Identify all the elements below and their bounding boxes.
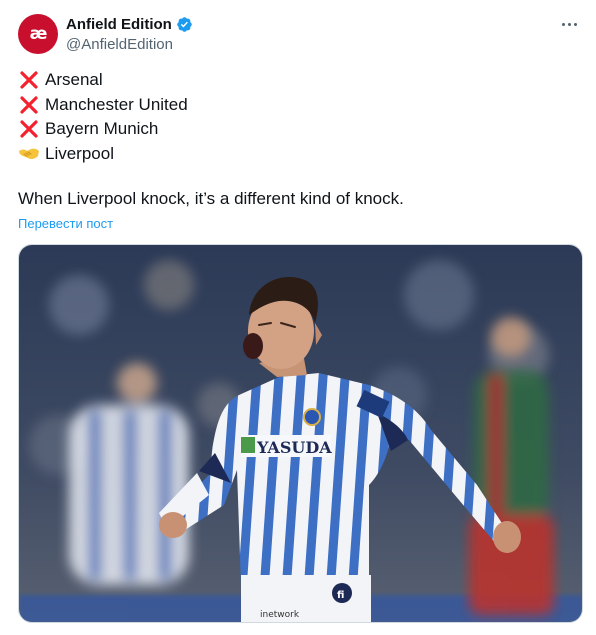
list-item: Manchester United [18,93,188,118]
handshake-icon [18,143,40,165]
avatar-logo-text: æ [29,24,48,44]
list-item-text: Liverpool [45,143,114,163]
cross-mark-icon [18,118,40,140]
tweet-header: æ Anfield Edition @AnfieldEdition [18,14,584,56]
tweet-photo[interactable]: fi YASUDA inetwork [18,244,583,623]
author-names: Anfield Edition @AnfieldEdition [66,15,193,53]
list-item: Bayern Munich [18,117,188,142]
more-options-icon[interactable] [558,14,580,34]
list-item-text: Manchester United [45,94,188,114]
photo-image: fi YASUDA inetwork [19,245,582,622]
cross-mark-icon [18,94,40,116]
sponsor-text: YASUDA [256,438,332,457]
avatar[interactable]: æ [18,14,58,54]
tweet-lines: Arsenal Manchester United Bayern Munich … [18,68,188,166]
svg-text:fi: fi [337,590,344,601]
svg-text:inetwork: inetwork [260,610,300,620]
tweet: æ Anfield Edition @AnfieldEdition Arsena… [0,0,596,635]
list-item-text: Arsenal [45,70,103,90]
list-item-text: Bayern Munich [45,119,159,139]
list-item: Liverpool [18,142,188,167]
tweet-caption: When Liverpool knock, it’s a different k… [18,189,404,208]
list-item: Arsenal [18,68,188,93]
translate-post-link[interactable]: Перевести пост [18,216,113,231]
cross-mark-icon [18,69,40,91]
user-handle[interactable]: @AnfieldEdition [66,36,193,53]
display-name[interactable]: Anfield Edition [66,16,172,33]
verified-badge-icon [177,17,192,32]
